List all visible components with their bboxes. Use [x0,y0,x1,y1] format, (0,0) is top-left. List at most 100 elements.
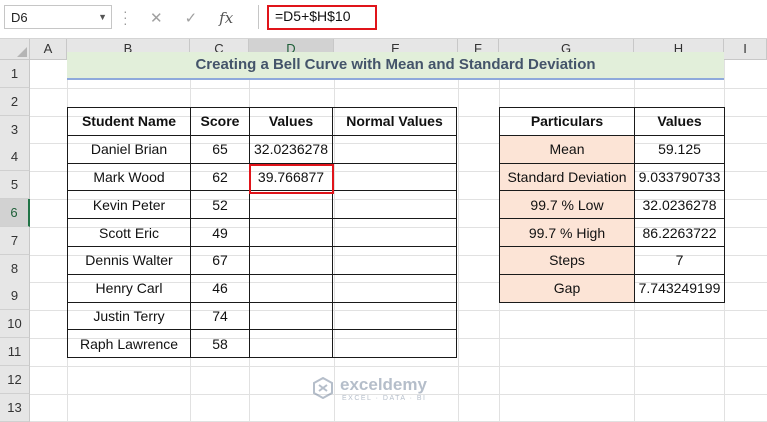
particular-label-cell[interactable]: Steps [499,245,635,275]
row-header-1[interactable]: 1 [0,60,30,88]
normal-values-cell[interactable] [332,134,457,164]
values-cell[interactable]: 32.0236278 [249,134,333,164]
column-header-cell[interactable]: Normal Values [332,107,457,136]
particular-value-cell[interactable]: 7.743249199 [634,273,725,303]
table-row: Justin Terry 74 [67,301,457,331]
name-box-value: D6 [11,10,28,25]
student-name-cell[interactable]: Kevin Peter [67,190,191,220]
particular-label-cell[interactable]: 99.7 % High [499,218,635,247]
table-row: 99.7 % High 86.2263722 [499,218,725,247]
row-header-9[interactable]: 9 [0,282,30,311]
score-cell[interactable]: 49 [190,218,250,247]
particular-value-cell[interactable]: 7 [634,245,725,275]
table-row: Daniel Brian 65 32.0236278 [67,134,457,164]
score-cell[interactable]: 52 [190,190,250,220]
column-header-cell[interactable]: Score [190,107,250,136]
watermark-name: exceldemy [340,375,427,394]
row-header-4[interactable]: 4 [0,143,30,172]
gridline [30,365,767,367]
table-row: Raph Lawrence 58 [67,329,457,359]
table-header-row: Particulars Values [499,107,725,136]
score-cell[interactable]: 74 [190,301,250,331]
values-cell[interactable] [249,245,333,275]
cancel-icon[interactable]: ✕ [150,9,163,27]
values-cell[interactable] [249,301,333,331]
score-cell[interactable]: 46 [190,273,250,303]
insert-function-icon[interactable]: fx [219,9,233,27]
student-name-cell[interactable]: Henry Carl [67,273,191,303]
formula-input[interactable]: =D5+$H$10 [275,8,351,24]
particular-label-cell[interactable]: Standard Deviation [499,162,635,192]
row-header-13[interactable]: 13 [0,393,30,422]
active-cell-highlight [249,164,334,194]
column-header-cell[interactable]: Values [634,107,725,136]
normal-values-cell[interactable] [332,190,457,220]
table-row: Standard Deviation 9.033790733 [499,162,725,192]
column-header-i[interactable]: I [724,39,767,60]
values-cell[interactable] [249,329,333,359]
select-all-corner[interactable] [0,39,30,60]
table-row: Henry Carl 46 [67,273,457,303]
particular-label-cell[interactable]: Mean [499,134,635,164]
values-cell[interactable] [249,273,333,303]
score-cell[interactable]: 67 [190,245,250,275]
student-name-cell[interactable]: Justin Terry [67,301,191,331]
watermark-tagline: EXCEL · DATA · BI [342,395,427,402]
table-row: Mean 59.125 [499,134,725,164]
table-header-row: Student Name Score Values Normal Values [67,107,457,136]
normal-values-cell[interactable] [332,301,457,331]
column-header-a[interactable]: A [30,39,67,60]
column-header-cell[interactable]: Values [249,107,333,136]
normal-values-cell[interactable] [332,245,457,275]
particulars-table: Particulars Values Mean 59.125 Standard Devi… [499,107,725,303]
normal-values-cell[interactable] [332,218,457,247]
sheet-title[interactable]: Creating a Bell Curve with Mean and Stan… [67,52,724,80]
particular-value-cell[interactable]: 9.033790733 [634,162,725,192]
row-header-8[interactable]: 8 [0,254,30,283]
watermark: exceldemy EXCEL · DATA · BI [312,373,462,407]
particular-value-cell[interactable]: 86.2263722 [634,218,725,247]
particular-value-cell[interactable]: 59.125 [634,134,725,164]
formula-icons: ✕ ✓ fx [150,6,233,30]
table-row: Gap 7.743249199 [499,273,725,303]
student-name-cell[interactable]: Raph Lawrence [67,329,191,359]
student-name-cell[interactable]: Daniel Brian [67,134,191,164]
gridline [30,87,767,89]
students-table: Student Name Score Values Normal Values Dani… [67,107,457,359]
normal-values-cell[interactable] [332,162,457,192]
row-header-3[interactable]: 3 [0,115,30,144]
normal-values-cell[interactable] [332,329,457,359]
particular-label-cell[interactable]: Gap [499,273,635,303]
values-cell[interactable] [249,190,333,220]
normal-values-cell[interactable] [332,273,457,303]
table-row: Dennis Walter 67 [67,245,457,275]
row-header-11[interactable]: 11 [0,338,30,366]
row-header-7[interactable]: 7 [0,226,30,255]
table-row: Scott Eric 49 [67,218,457,247]
table-row: Steps 7 [499,245,725,275]
column-header-cell[interactable]: Student Name [67,107,191,136]
column-header-cell[interactable]: Particulars [499,107,635,136]
name-box[interactable]: D6 ▼ [4,5,112,29]
score-cell[interactable]: 65 [190,134,250,164]
row-header-5[interactable]: 5 [0,171,30,200]
student-name-cell[interactable]: Dennis Walter [67,245,191,275]
table-row: 99.7 % Low 32.0236278 [499,190,725,220]
student-name-cell[interactable]: Scott Eric [67,218,191,247]
score-cell[interactable]: 58 [190,329,250,359]
student-name-cell[interactable]: Mark Wood [67,162,191,192]
formula-toolbar: D6 ▼ · · · ✕ ✓ fx [0,0,767,39]
values-cell[interactable] [249,218,333,247]
more-options-icon[interactable]: · · · [123,4,129,30]
chevron-down-icon[interactable]: ▼ [98,12,107,22]
table-row: Kevin Peter 52 [67,190,457,220]
particular-value-cell[interactable]: 32.0236278 [634,190,725,220]
particular-label-cell[interactable]: 99.7 % Low [499,190,635,220]
score-cell[interactable]: 62 [190,162,250,192]
exceldemy-logo-icon [313,377,333,399]
row-header-12[interactable]: 12 [0,365,30,394]
check-icon[interactable]: ✓ [185,9,198,27]
row-header-2[interactable]: 2 [0,87,30,116]
row-header-6[interactable]: 6 [0,199,30,227]
row-header-10[interactable]: 10 [0,310,30,339]
